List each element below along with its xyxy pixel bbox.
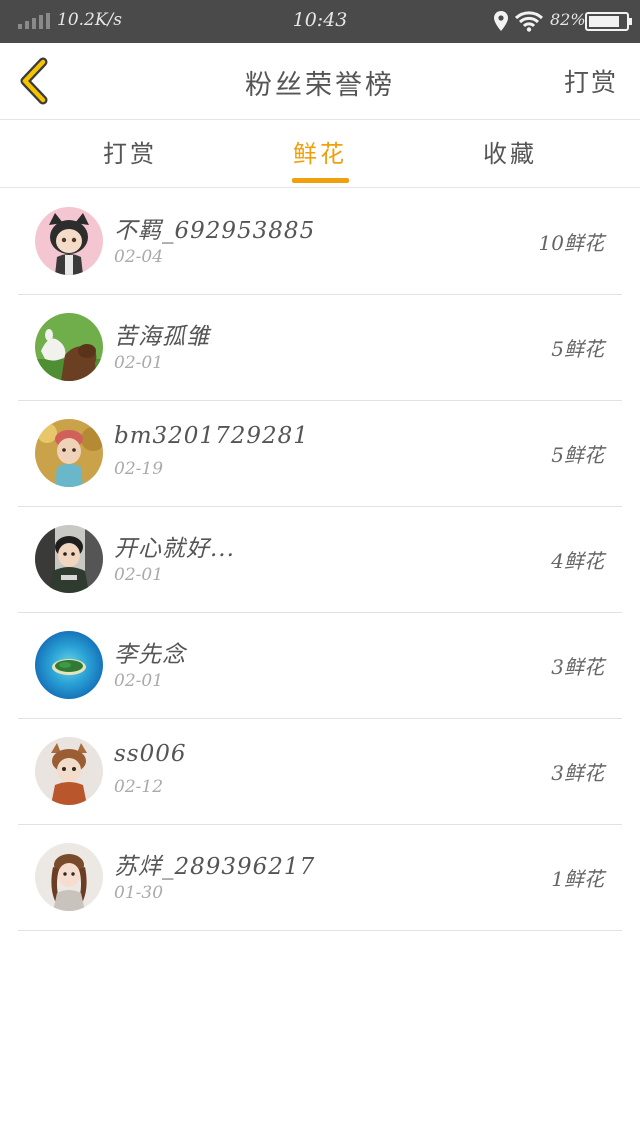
location-icon: [494, 11, 508, 35]
avatar: [35, 419, 103, 487]
avatar: [35, 737, 103, 805]
fan-name: 李先念: [114, 642, 186, 668]
flower-count: 4鲜花: [551, 549, 604, 573]
list-item[interactable]: ss006 02-12 3鲜花: [18, 719, 622, 825]
fan-list: 不羁_692953885 02-04 10鲜花 苦海孤雏 02-01 5鲜花 b…: [0, 189, 640, 931]
list-item[interactable]: 不羁_692953885 02-04 10鲜花: [18, 189, 622, 295]
page-title: 粉丝荣誉榜: [245, 70, 395, 101]
status-bar: 10.2K/s 10:43 82%: [0, 0, 640, 43]
list-item[interactable]: 开心就好... 02-01 4鲜花: [18, 507, 622, 613]
list-item[interactable]: 苏烊_289396217 01-30 1鲜花: [18, 825, 622, 931]
fan-name: bm3201729281: [114, 423, 309, 449]
fan-date: 02-01: [114, 671, 164, 691]
tab-favorites[interactable]: 收藏: [430, 121, 590, 187]
fan-name: 不羁_692953885: [114, 218, 316, 244]
list-item[interactable]: 苦海孤雏 02-01 5鲜花: [18, 295, 622, 401]
flower-count: 1鲜花: [551, 867, 604, 891]
fan-name: 苦海孤雏: [114, 324, 210, 350]
list-item[interactable]: bm3201729281 02-19 5鲜花: [18, 401, 622, 507]
list-item[interactable]: 李先念 02-01 3鲜花: [18, 613, 622, 719]
flower-count: 3鲜花: [551, 761, 604, 785]
flower-count: 5鲜花: [551, 443, 604, 467]
active-tab-indicator: [292, 178, 349, 183]
tab-tip[interactable]: 打赏: [50, 121, 210, 187]
avatar: [35, 843, 103, 911]
tip-button[interactable]: 打赏: [564, 63, 618, 99]
battery-percent: 82%: [550, 10, 586, 29]
avatar: [35, 525, 103, 593]
fan-date: 02-04: [114, 247, 164, 267]
fan-date: 02-01: [114, 353, 164, 373]
flower-count: 3鲜花: [551, 655, 604, 679]
fan-name: 苏烊_289396217: [114, 854, 316, 880]
battery-icon: [585, 12, 632, 31]
status-time: 10:43: [292, 9, 348, 31]
fan-name: ss006: [114, 741, 187, 767]
fan-date: 02-19: [114, 459, 164, 479]
avatar: [35, 631, 103, 699]
wifi-icon: [514, 10, 544, 36]
avatar: [35, 207, 103, 275]
header: 粉丝荣誉榜 打赏: [0, 43, 640, 120]
avatar: [35, 313, 103, 381]
fan-date: 01-30: [114, 883, 164, 903]
flower-count: 10鲜花: [538, 231, 604, 255]
tab-bar: 打赏 鲜花 收藏: [0, 121, 640, 188]
flower-count: 5鲜花: [551, 337, 604, 361]
fan-date: 02-12: [114, 777, 164, 797]
fan-date: 02-01: [114, 565, 164, 585]
fan-name: 开心就好...: [114, 536, 235, 562]
